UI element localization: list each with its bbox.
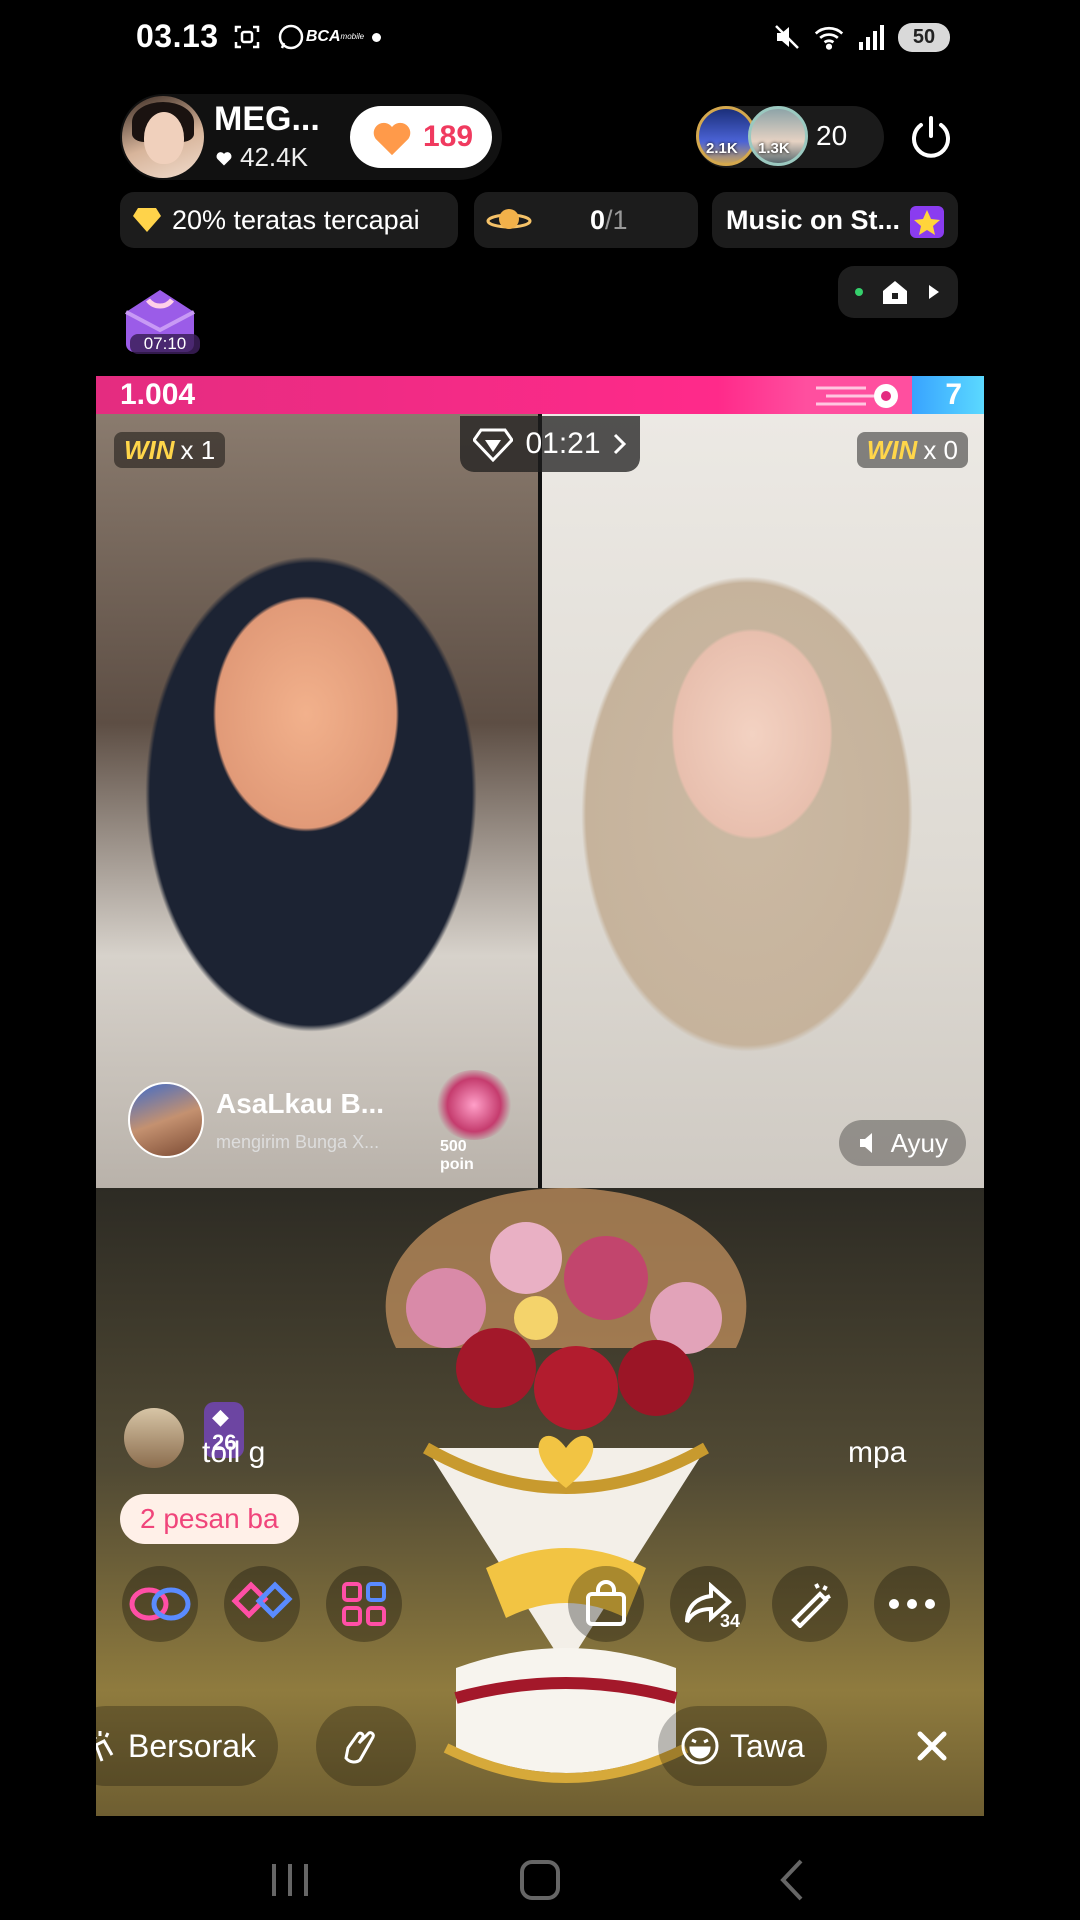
signal-icon xyxy=(856,22,886,52)
diamond-icon xyxy=(133,208,161,232)
chat-text-partial: mpa xyxy=(848,1436,907,1469)
play-arrow-icon xyxy=(929,285,939,299)
mute-icon xyxy=(772,22,802,52)
chat-text: toil g xyxy=(202,1436,266,1469)
apps-icon[interactable] xyxy=(326,1566,402,1642)
speaker-icon xyxy=(859,1133,872,1153)
whatsapp-icon xyxy=(276,22,306,52)
gift-box-timer: 07:10 xyxy=(130,334,200,354)
right-win-badge: WIN x 0 xyxy=(856,432,968,468)
gift-sender-avatar xyxy=(128,1082,204,1158)
status-bar: 03.13 BCA mobile 50 xyxy=(0,0,1080,80)
battle-icon[interactable] xyxy=(224,1566,300,1642)
gem-icon xyxy=(473,428,514,462)
right-win-count: x 0 xyxy=(923,434,958,465)
host-likes-count: 42.4K xyxy=(240,142,308,172)
bca-mobile-icon: BCA mobile xyxy=(306,22,364,52)
status-left-icons: BCA mobile xyxy=(232,22,381,52)
cheer-reaction-button[interactable]: Bersorak xyxy=(96,1706,279,1786)
bca-sub-text: mobile xyxy=(340,32,365,41)
like-button[interactable]: 189 xyxy=(350,106,492,168)
notification-dot xyxy=(372,32,381,42)
chevron-right-icon xyxy=(613,433,626,455)
status-time: 03.13 xyxy=(136,18,219,54)
chat-user-avatar xyxy=(124,1408,184,1468)
avatar-face xyxy=(144,112,184,164)
laugh-reaction-button[interactable]: Tawa xyxy=(658,1706,827,1786)
green-status-dot xyxy=(855,288,863,296)
top-viewer-2-badge: 1.3K xyxy=(758,140,790,157)
new-messages-button[interactable]: 2 pesan ba xyxy=(120,1494,299,1544)
share-icon[interactable]: 34 xyxy=(670,1566,746,1642)
battery-indicator: 50 xyxy=(898,22,950,52)
opponent-name-pill[interactable]: Ayuy xyxy=(838,1120,966,1166)
link-icon[interactable] xyxy=(122,1566,198,1642)
planet-icon xyxy=(486,209,532,229)
viewer-count[interactable]: 20 xyxy=(816,120,847,152)
left-win-count: x 1 xyxy=(180,434,216,465)
battle-score-bar: 1.004 7 xyxy=(96,376,984,414)
host-name[interactable]: MEG... xyxy=(214,100,320,139)
battle-timer-pill[interactable]: 01:21 xyxy=(460,416,640,472)
video-divider xyxy=(538,414,542,1188)
right-win-label: WIN xyxy=(866,434,918,465)
left-win-label: WIN xyxy=(124,434,175,465)
top-viewer-1-badge: 2.1K xyxy=(706,140,738,157)
laugh-label: Tawa xyxy=(730,1727,805,1764)
gift-sender-name: AsaLkau B... xyxy=(216,1088,385,1119)
shopping-bag-icon[interactable] xyxy=(568,1566,644,1642)
left-win-badge: WIN x 1 xyxy=(114,432,226,468)
host-likes: 42.4K xyxy=(214,142,308,173)
close-reactions-icon[interactable] xyxy=(910,1724,954,1768)
score-left: 1.004 xyxy=(120,378,196,411)
flower-gift-icon xyxy=(434,1070,514,1140)
more-options-icon[interactable] xyxy=(874,1566,950,1642)
music-chip[interactable]: Music on St... xyxy=(712,192,958,248)
home-icon xyxy=(883,281,907,304)
battle-timer: 01:21 xyxy=(525,427,601,460)
cheer-label: Bersorak xyxy=(128,1727,257,1764)
goal-current: 0 xyxy=(590,204,606,235)
score-right: 7 xyxy=(945,378,962,411)
orange-heart-icon xyxy=(373,122,411,156)
rank-chip-text: 20% teratas tercapai xyxy=(172,204,420,235)
rank-chip[interactable]: 20% teratas tercapai xyxy=(120,192,458,248)
recent-apps-icon[interactable] xyxy=(262,1852,318,1908)
home-shortcut-pill[interactable] xyxy=(838,266,958,318)
wifi-icon xyxy=(814,22,844,52)
clap-icon xyxy=(344,1731,375,1764)
music-star-icon xyxy=(910,206,944,238)
top-viewer-1-avatar[interactable] xyxy=(696,106,756,166)
status-right-icons: 50 xyxy=(772,22,950,52)
goal-chip[interactable]: 0/1 xyxy=(474,192,698,248)
host-avatar[interactable] xyxy=(122,96,204,178)
share-count: 34 xyxy=(719,1611,740,1631)
bca-logo-text: BCA xyxy=(305,28,341,45)
clap-reaction-button[interactable] xyxy=(316,1706,416,1786)
exit-power-icon[interactable] xyxy=(904,110,958,164)
like-button-count: 189 xyxy=(422,120,474,153)
opponent-video-feed[interactable] xyxy=(542,414,984,1188)
music-chip-text: Music on St... xyxy=(726,204,901,235)
back-button-icon[interactable] xyxy=(764,1852,820,1908)
top-viewer-2-avatar[interactable] xyxy=(748,106,808,166)
goal-value: 0/1 xyxy=(590,205,628,236)
system-nav-bar xyxy=(0,1836,1080,1920)
laugh-icon xyxy=(681,1727,719,1765)
home-button-icon[interactable] xyxy=(512,1852,568,1908)
battle-area: 1.004 7 WIN x 1 WIN x 0 01:21 AsaLkau B.… xyxy=(96,376,984,1816)
opponent-name: Ayuy xyxy=(890,1127,948,1158)
cheer-icon xyxy=(96,1731,114,1762)
goal-total: /1 xyxy=(605,204,628,235)
heart-icon xyxy=(216,151,232,165)
magic-wand-icon[interactable] xyxy=(772,1566,848,1642)
screenshot-icon xyxy=(232,22,262,52)
comet-icon xyxy=(816,384,898,408)
